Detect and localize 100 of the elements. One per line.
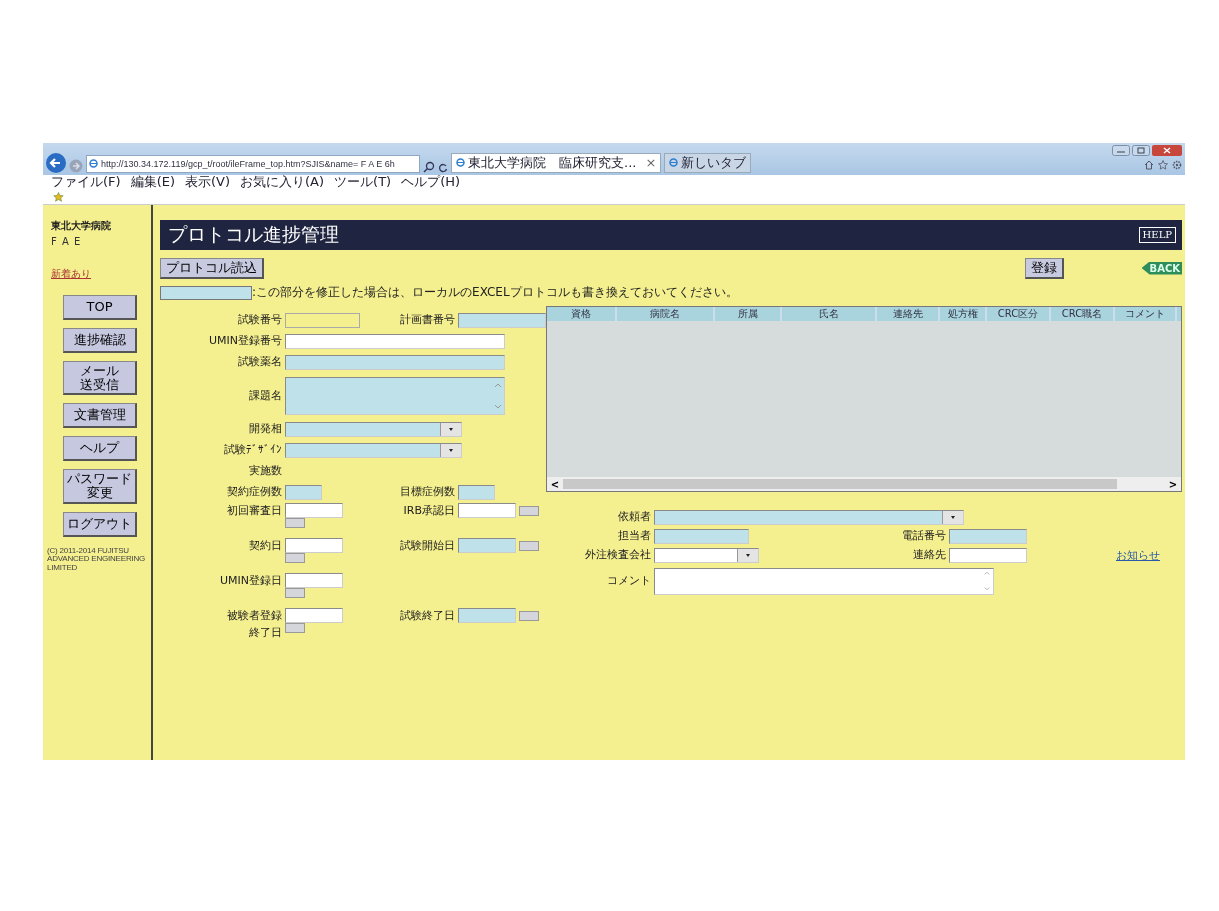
refresh-icon[interactable] [438, 162, 448, 173]
sidebar-button[interactable]: 進捗確認 [63, 328, 137, 353]
sidebar-button[interactable]: ヘルプ [63, 436, 137, 462]
favorites-star-icon[interactable] [53, 191, 64, 202]
input-field[interactable] [285, 608, 343, 623]
text-area[interactable] [654, 567, 994, 595]
copyright-text: ADVANCED ENGINEERING [47, 555, 146, 565]
input-field[interactable] [654, 529, 749, 544]
column-header: 氏名 [782, 307, 877, 321]
back-button[interactable]: BACK [1141, 261, 1182, 275]
sidebar-button[interactable]: メール 送受信 [63, 361, 137, 396]
input-field[interactable] [285, 313, 360, 328]
field-label: IRB承認日 [402, 503, 455, 519]
maximize-icon[interactable] [1132, 145, 1150, 156]
dropdown-field[interactable] [285, 422, 462, 437]
browser-tab[interactable]: 東北大学病院 臨床研究支... × [451, 152, 662, 173]
address-bar[interactable]: http://130.34.172.119/gcp_t/root/ileFrame_top.htm?SJIS&name= F A E 6h [86, 154, 420, 173]
scroll-arrows-icon[interactable] [983, 569, 991, 592]
globe-icon [669, 158, 679, 167]
field-label: 目標症例数 [399, 484, 455, 501]
field-label: 電話番号 [901, 528, 946, 545]
input-field[interactable] [285, 503, 343, 518]
browser-tab[interactable]: 新しいタブ [664, 152, 752, 173]
minimize-icon[interactable] [1112, 145, 1130, 156]
input-field[interactable] [285, 573, 343, 588]
menu-item[interactable]: 編集(E) [130, 174, 175, 189]
field-label: UMIN登録日 [219, 573, 282, 589]
dropdown-field[interactable] [285, 443, 462, 458]
input-field[interactable] [458, 313, 546, 328]
menu-item[interactable]: ファイル(F) [51, 174, 121, 189]
home-icon[interactable] [1144, 160, 1154, 170]
caret-icon[interactable] [942, 511, 963, 524]
menu-item[interactable]: 表示(V) [185, 174, 231, 189]
scrollbar-thumb[interactable] [563, 479, 1117, 489]
caret-icon[interactable] [440, 423, 461, 436]
date-picker-button[interactable] [519, 610, 539, 621]
input-field[interactable] [285, 355, 505, 370]
field-label: 契約症例数 [226, 484, 282, 501]
input-field[interactable] [458, 503, 516, 518]
back-icon[interactable] [46, 152, 66, 173]
dropdown-field[interactable] [654, 548, 759, 563]
input-field[interactable] [285, 334, 505, 349]
save-button[interactable]: 登録 [1025, 257, 1064, 279]
field-label: 契約日 [248, 538, 282, 554]
input-field[interactable] [949, 548, 1027, 563]
column-header: 病院名 [617, 307, 715, 321]
organization-name: 東北大学病院 [51, 219, 111, 233]
field-label: 課題名 [248, 387, 282, 404]
date-picker-button[interactable] [285, 623, 305, 633]
date-picker-button[interactable] [285, 553, 305, 563]
copyright-text: (C) 2011-2014 FUJITSU [47, 546, 130, 555]
date-picker-button[interactable] [519, 540, 539, 551]
globe-icon [456, 158, 465, 167]
menu-item[interactable]: お気に入り(A) [240, 174, 325, 189]
field-label: 試験薬名 [237, 354, 282, 371]
input-field[interactable] [458, 608, 516, 623]
field-label: 実施数 [248, 463, 282, 480]
field-label: 依頼者 [617, 509, 651, 526]
field-label: 終了日 [249, 624, 282, 641]
column-header: CRC職名 [1051, 307, 1115, 321]
copyright-text: LIMITED [47, 564, 79, 573]
date-picker-button[interactable] [285, 518, 305, 528]
globe-icon [89, 159, 98, 168]
field-label: 計画書番号 [399, 312, 455, 329]
field-label: 試験番号 [237, 312, 282, 329]
sidebar-button[interactable]: ログアウト [63, 511, 137, 537]
forward-icon[interactable] [69, 158, 83, 173]
settings-icon[interactable] [1172, 160, 1182, 170]
page-title: プロトコル進捗管理 [168, 222, 339, 247]
star-icon[interactable] [1158, 160, 1168, 170]
field-label: 初回審査日 [226, 503, 282, 519]
input-field[interactable] [285, 538, 343, 553]
field-label: コメント [606, 572, 651, 589]
search-icon[interactable] [423, 160, 435, 173]
column-header: コメント [1115, 307, 1177, 321]
field-label: UMIN登録番号 [208, 333, 282, 350]
input-field[interactable] [458, 485, 495, 500]
new-arrivals-link[interactable]: 新着あり [51, 267, 91, 281]
close-icon[interactable] [1152, 145, 1182, 156]
help-button[interactable]: HELP [1138, 227, 1176, 243]
input-field[interactable] [458, 538, 516, 553]
field-label: 外注検査会社 [584, 547, 651, 564]
menu-item[interactable]: ツール(T) [334, 174, 392, 189]
scroll-arrows-icon[interactable] [494, 381, 502, 411]
notice-link[interactable]: お知らせ [1116, 548, 1160, 563]
menu-item[interactable]: ヘルプ(H) [401, 174, 461, 189]
text-area[interactable] [285, 377, 505, 415]
dropdown-field[interactable] [654, 510, 964, 525]
load-protocol-button[interactable]: プロトコル読込 [160, 257, 264, 279]
caret-icon[interactable] [737, 549, 758, 562]
field-label: 連絡先 [912, 547, 946, 564]
input-field[interactable] [949, 529, 1027, 544]
user-name: F A E [51, 236, 82, 247]
date-picker-button[interactable] [519, 505, 539, 516]
caret-icon[interactable] [440, 444, 461, 457]
input-field[interactable] [285, 485, 322, 500]
date-picker-button[interactable] [285, 588, 305, 598]
sidebar-button[interactable]: TOP [63, 295, 137, 320]
sidebar-button[interactable]: パスワード 変更 [63, 469, 137, 504]
sidebar-button[interactable]: 文書管理 [63, 403, 137, 429]
